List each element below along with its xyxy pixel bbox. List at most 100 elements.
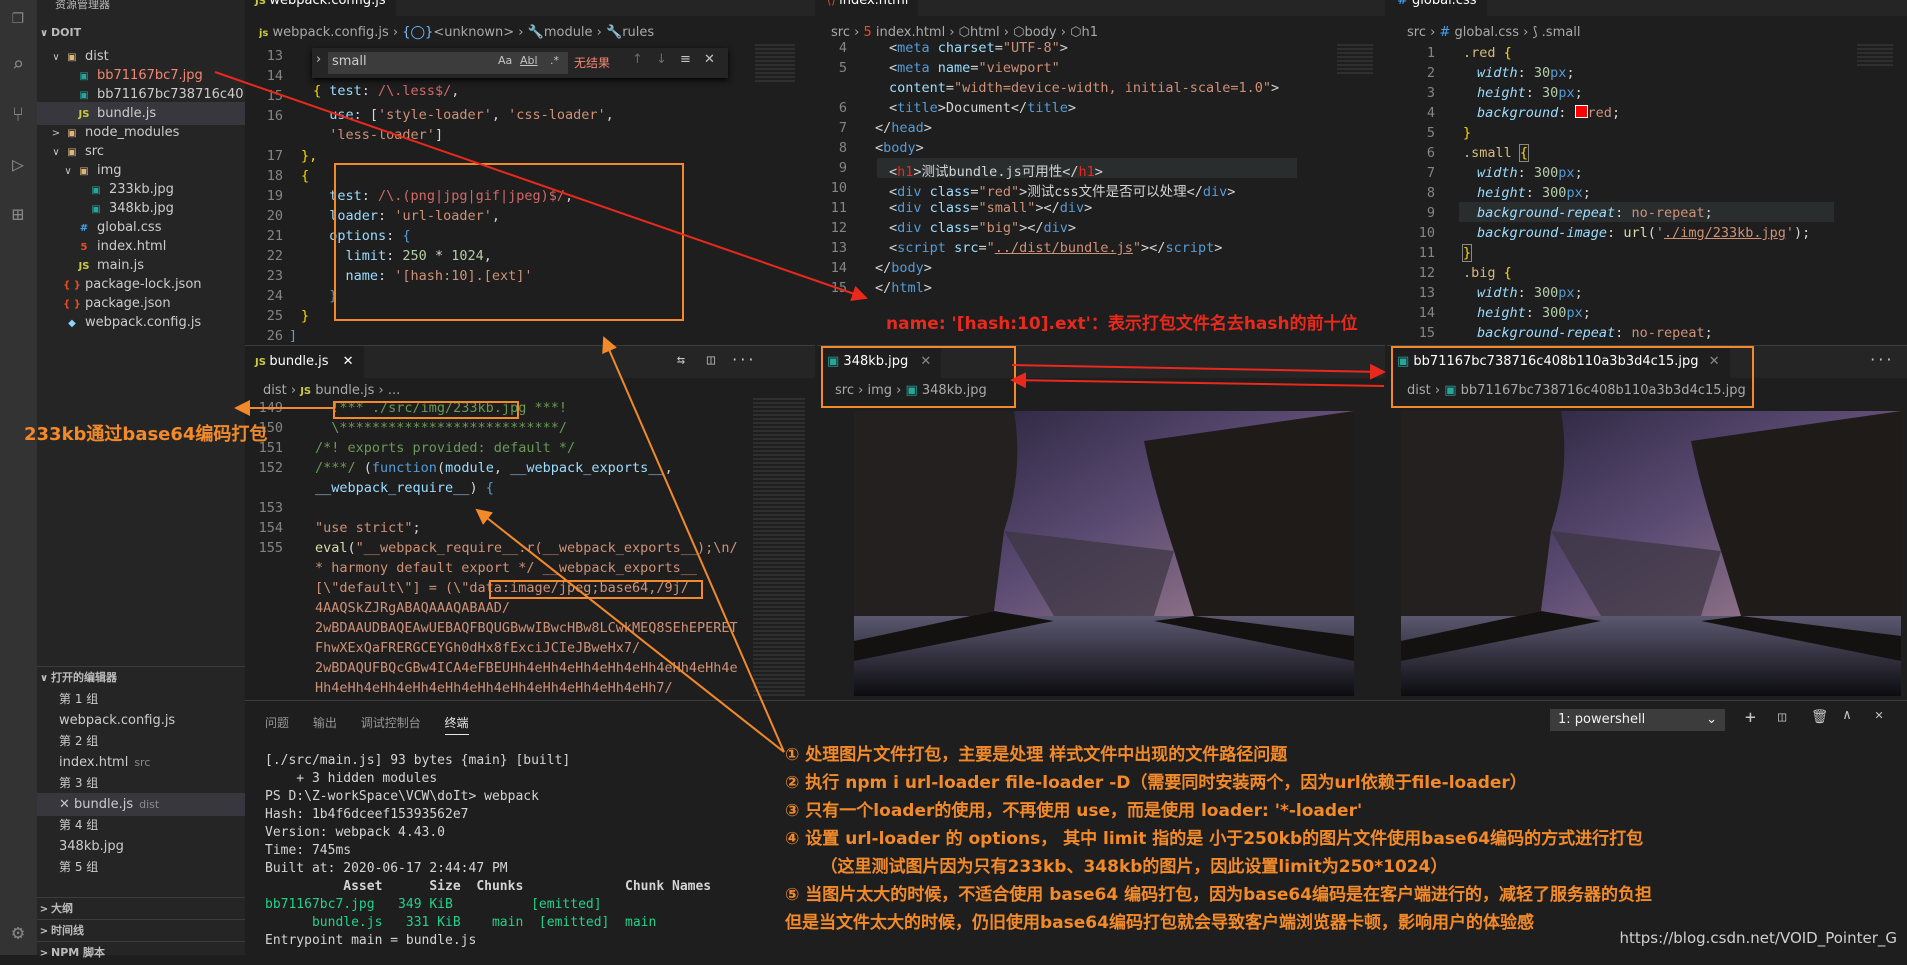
more-actions-icon[interactable]: ··· — [1347, 0, 1371, 2]
settings-gear-icon[interactable]: ⚙ — [4, 918, 32, 946]
breadcrumb-html[interactable]: html — [970, 25, 1000, 40]
breadcrumb-file[interactable]: global.css — [1455, 25, 1519, 40]
breadcrumb-file[interactable]: webpack.config.js — [273, 25, 389, 40]
match-case-icon[interactable]: Aa — [498, 54, 512, 67]
tab-bundle-js[interactable]: JS bundle.js ✕ — [245, 346, 364, 378]
source-control-icon[interactable]: ⑂ — [4, 100, 32, 128]
tab-global-css[interactable]: # global.css — [1387, 0, 1487, 16]
color-swatch[interactable] — [1574, 105, 1588, 118]
find-expand-icon[interactable]: › — [316, 52, 326, 67]
line-number: 7 — [1426, 165, 1435, 181]
breadcrumb-tag-icon-3: ⬡ — [1070, 25, 1082, 40]
find-in-selection-icon[interactable]: ≡ — [680, 52, 691, 67]
terminal-line: bundle.js 331 KiB main [emitted] main — [265, 915, 657, 930]
tab-problems[interactable]: 问题 — [265, 716, 289, 730]
breadcrumb-src[interactable]: src — [831, 25, 850, 40]
new-terminal-icon[interactable]: + — [1745, 707, 1756, 728]
terminal-select[interactable]: 1: powershell ⌄ — [1550, 709, 1725, 731]
minimap[interactable] — [753, 398, 805, 698]
open-editor-item[interactable]: index.html src — [37, 751, 267, 774]
previous-match-icon[interactable]: ↑ — [632, 52, 643, 67]
webpack-tab-icon: JS — [255, 0, 270, 7]
close-find-icon[interactable]: ✕ — [704, 52, 715, 67]
split-editor-icon[interactable]: ◫ — [707, 352, 715, 368]
code-line: <body> — [875, 140, 924, 156]
search-icon[interactable]: ⌕ — [4, 50, 32, 78]
open-editor-item[interactable]: ✕ bundle.js dist — [37, 793, 267, 816]
tab-debug-console[interactable]: 调试控制台 — [361, 716, 421, 730]
find-input[interactable]: small Aa Abl .* — [328, 52, 568, 74]
minimap[interactable] — [1857, 44, 1893, 68]
canyon-night-image-2 — [1401, 411, 1901, 696]
breadcrumb-file[interactable]: bundle.js — [315, 383, 374, 398]
breadcrumb-rules[interactable]: rules — [622, 25, 654, 40]
close-panel-icon[interactable]: ✕ — [1875, 707, 1883, 723]
tree-item-label: img — [97, 163, 122, 178]
open-editors-header[interactable]: ∨ 打开的编辑器 — [37, 666, 245, 689]
breadcrumb-body[interactable]: body — [1024, 25, 1056, 40]
more-actions-icon[interactable]: ··· — [1869, 0, 1893, 2]
code-line: <div class="small"></div> — [889, 200, 1093, 216]
tab-output[interactable]: 输出 — [313, 716, 337, 730]
minimap[interactable] — [755, 44, 795, 84]
terminal-line: + 3 hidden modules — [265, 771, 438, 786]
breadcrumb-h1[interactable]: h1 — [1081, 25, 1098, 40]
terminal-line: Version: webpack 4.43.0 — [265, 825, 446, 840]
code-line: 'less-loader'] — [329, 127, 444, 143]
line-number: 26 — [266, 328, 283, 344]
split-terminal-icon[interactable]: ◫ — [1778, 709, 1786, 725]
tab-webpack-config[interactable]: JS webpack.config.js — [245, 0, 396, 16]
bundle-tab-bar: JS bundle.js ✕ ⇆ ◫ ··· — [245, 346, 815, 378]
code-line: /*! exports provided: default */ — [315, 440, 576, 456]
more-actions-icon[interactable]: ··· — [777, 0, 801, 2]
minimap[interactable] — [1337, 44, 1373, 74]
breadcrumb-js-badge: js — [259, 28, 269, 39]
more-actions-icon[interactable]: ··· — [1869, 352, 1893, 368]
outline-header[interactable]: > 大纲 — [37, 897, 245, 920]
tab-index-html[interactable]: ⟨⟩ index.html — [817, 0, 919, 16]
tree-item-label: global.css — [97, 220, 162, 235]
breadcrumb-src[interactable]: src — [1407, 25, 1426, 40]
code-line: </body> — [875, 260, 932, 276]
close-tab-icon[interactable]: ✕ — [343, 354, 354, 369]
breadcrumb-small[interactable]: .small — [1542, 25, 1581, 40]
line-number: 4 — [838, 40, 847, 56]
explorer-icon[interactable]: ❐ — [4, 2, 32, 30]
maximize-panel-icon[interactable]: ∧ — [1843, 707, 1851, 723]
breadcrumb-more[interactable]: ... — [388, 383, 400, 398]
tree-item[interactable]: ◆ webpack.config.js — [37, 311, 257, 334]
open-editor-item[interactable]: webpack.config.js — [37, 709, 267, 732]
js-tab-icon: JS — [255, 357, 270, 368]
line-number: 22 — [266, 248, 283, 264]
whole-word-icon[interactable]: Abl — [520, 54, 538, 67]
line-number: 12 — [830, 220, 847, 236]
breadcrumb-file[interactable]: index.html — [876, 25, 945, 40]
find-result: 无结果 — [574, 56, 611, 70]
close-editor-icon[interactable]: ✕ — [59, 797, 74, 812]
breadcrumb-dist[interactable]: dist — [263, 383, 287, 398]
terminal-line: bb71167bc7.jpg 349 KiB [emitted] — [265, 897, 602, 912]
run-debug-icon[interactable]: ▷ — [4, 150, 32, 178]
open-editor-item[interactable]: 348kb.jpg — [37, 835, 267, 858]
tab-webpack-label: webpack.config.js — [269, 0, 386, 8]
root-folder-label: DOIT — [51, 26, 82, 39]
root-folder-header[interactable]: ∨ DOIT — [37, 22, 245, 44]
extensions-icon[interactable]: ⊞ — [4, 200, 32, 228]
more-actions-icon[interactable]: ··· — [731, 352, 755, 368]
next-match-icon[interactable]: ↓ — [656, 52, 667, 67]
line-number: 8 — [838, 140, 847, 156]
regex-icon[interactable]: .* — [550, 54, 559, 67]
trash-icon[interactable]: 🗑 — [1811, 709, 1828, 725]
tree-item-label: package-lock.json — [85, 277, 202, 292]
editor-index-html: ⟨⟩ index.html ··· src › 5 index.html › ⬡… — [817, 0, 1385, 345]
outline-label: 大纲 — [51, 902, 73, 915]
open-changes-icon[interactable]: ⇆ — [677, 352, 685, 368]
line-number: 8 — [1426, 185, 1435, 201]
timeline-header[interactable]: > 时间线 — [37, 919, 245, 942]
note-5-detail: 但是当文件太大的时候，仍旧使用base64编码打包就会导致客户端浏览器卡顿，影响… — [785, 913, 1534, 933]
breadcrumb-module[interactable]: module — [544, 25, 593, 40]
npm-scripts-header[interactable]: > NPM 脚本 — [37, 941, 245, 964]
terminal-line: [./src/main.js] 93 bytes {main} [built] — [265, 753, 571, 768]
tab-terminal[interactable]: 终端 — [444, 716, 469, 735]
breadcrumb-unknown[interactable]: <unknown> — [433, 25, 514, 40]
